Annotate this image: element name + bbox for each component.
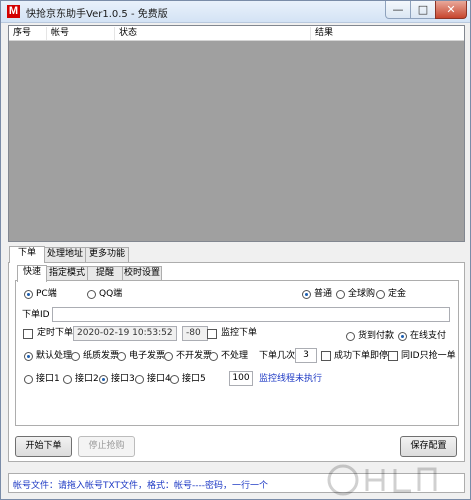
- purchase-normal-label[interactable]: 普通: [314, 289, 332, 300]
- monitor-thread-status: 监控线程未执行: [259, 374, 323, 384]
- purchase-normal-radio[interactable]: [302, 290, 311, 299]
- column-header-status[interactable]: 状态: [115, 27, 311, 40]
- online-pay-radio[interactable]: [398, 332, 407, 341]
- column-header-index[interactable]: 序号: [9, 27, 47, 40]
- interface-1-radio[interactable]: [24, 375, 33, 384]
- timed-order-checkbox[interactable]: [23, 329, 33, 339]
- save-config-button[interactable]: 保存配置: [400, 436, 457, 457]
- close-button[interactable]: ✕: [435, 1, 467, 19]
- tab-time-sync[interactable]: 校时设置: [122, 266, 162, 281]
- order-id-label: 下单ID: [22, 310, 50, 320]
- same-id-once-label[interactable]: 同ID只抢一单: [401, 351, 456, 362]
- order-id-input[interactable]: [52, 307, 450, 322]
- purchase-deposit-label[interactable]: 定金: [388, 289, 406, 300]
- invoice-default-label[interactable]: 默认处理: [36, 351, 72, 362]
- accounts-table[interactable]: 序号 帐号 状态 结果: [8, 25, 465, 242]
- app-logo-icon: M: [7, 5, 20, 18]
- minimize-button[interactable]: —: [385, 1, 411, 19]
- invoice-default-radio[interactable]: [24, 352, 33, 361]
- thread-count-input[interactable]: 100: [229, 371, 253, 386]
- purchase-global-radio[interactable]: [336, 290, 345, 299]
- interface-3-label[interactable]: 接口3: [111, 374, 135, 385]
- monitor-order-checkbox[interactable]: [207, 329, 217, 339]
- tab-more-functions[interactable]: 更多功能: [85, 247, 129, 262]
- purchase-deposit-radio[interactable]: [376, 290, 385, 299]
- table-header: 序号 帐号 状态 结果: [9, 26, 464, 41]
- tab-quick[interactable]: 快速: [17, 265, 47, 282]
- interface-4-radio[interactable]: [135, 375, 144, 384]
- start-order-button[interactable]: 开始下单: [15, 436, 72, 457]
- invoice-none-label[interactable]: 不开发票: [176, 351, 212, 362]
- column-header-account[interactable]: 帐号: [47, 27, 115, 40]
- app-window: M 快抢京东助手Ver1.0.5 - 免费版 — □ ✕ 序号 帐号 状态 结果…: [0, 0, 471, 500]
- invoice-skip-label[interactable]: 不处理: [221, 351, 248, 362]
- interface-3-radio[interactable]: [99, 375, 108, 384]
- purchase-global-label[interactable]: 全球购: [348, 289, 375, 300]
- interface-5-radio[interactable]: [170, 375, 179, 384]
- invoice-electronic-radio[interactable]: [117, 352, 126, 361]
- stop-after-success-checkbox[interactable]: [321, 351, 331, 361]
- interface-5-label[interactable]: 接口5: [182, 374, 206, 385]
- tab-reminder[interactable]: 提醒: [87, 266, 123, 281]
- invoice-paper-radio[interactable]: [71, 352, 80, 361]
- cash-on-delivery-label[interactable]: 货到付款: [358, 331, 394, 342]
- qq-client-label[interactable]: QQ端: [99, 289, 122, 300]
- maximize-button[interactable]: □: [410, 1, 436, 19]
- interface-2-radio[interactable]: [63, 375, 72, 384]
- title-bar[interactable]: M 快抢京东助手Ver1.0.5 - 免费版 — □ ✕: [1, 1, 470, 23]
- online-pay-label[interactable]: 在线支付: [410, 331, 446, 342]
- watermark-icon: [327, 464, 437, 496]
- same-id-once-checkbox[interactable]: [388, 351, 398, 361]
- window-title: 快抢京东助手Ver1.0.5 - 免费版: [26, 9, 168, 20]
- order-times-label: 下单几次: [259, 351, 296, 361]
- pc-client-label[interactable]: PC端: [36, 289, 57, 300]
- time-offset-field[interactable]: -80: [182, 326, 208, 341]
- interface-1-label[interactable]: 接口1: [36, 374, 60, 385]
- timed-datetime-field[interactable]: 2020-02-19 10:53:52: [73, 326, 177, 341]
- stop-after-success-label[interactable]: 成功下单即停: [334, 351, 388, 362]
- tab-address[interactable]: 处理地址: [44, 247, 86, 262]
- qq-client-radio[interactable]: [87, 290, 96, 299]
- tab-order[interactable]: 下单: [9, 246, 45, 263]
- invoice-skip-radio[interactable]: [209, 352, 218, 361]
- interface-4-label[interactable]: 接口4: [147, 374, 171, 385]
- account-file-hint: 帐号文件：请拖入帐号TXT文件，格式：帐号----密码，一行一个: [13, 481, 268, 491]
- column-header-result[interactable]: 结果: [311, 27, 464, 40]
- invoice-paper-label[interactable]: 纸质发票: [83, 351, 119, 362]
- interface-2-label[interactable]: 接口2: [75, 374, 99, 385]
- tab-specified-mode[interactable]: 指定模式: [46, 266, 88, 281]
- stop-grab-button[interactable]: 停止抢购: [78, 436, 135, 457]
- invoice-electronic-label[interactable]: 电子发票: [129, 351, 165, 362]
- monitor-order-label[interactable]: 监控下单: [221, 328, 257, 339]
- order-times-input[interactable]: 3: [295, 348, 317, 363]
- pc-client-radio[interactable]: [24, 290, 33, 299]
- invoice-none-radio[interactable]: [164, 352, 173, 361]
- cash-on-delivery-radio[interactable]: [346, 332, 355, 341]
- timed-order-label[interactable]: 定时下单: [37, 328, 73, 339]
